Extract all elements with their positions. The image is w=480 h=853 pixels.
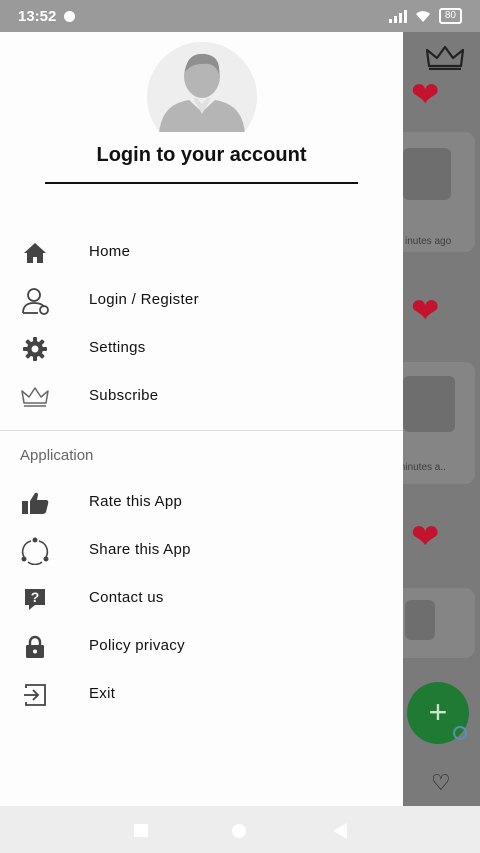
status-bar: 13:52 80 [0,0,480,32]
menu-item-share-app[interactable]: Share this App [0,527,403,575]
favorite-heart-icon[interactable]: ❤ [411,78,440,112]
post-thumbnail [403,376,455,432]
menu-item-rate-app[interactable]: Rate this App [0,479,403,527]
system-nav-bar [0,806,480,853]
background-feed[interactable]: ❤ inutes ago ❤ minutes a.. ❤ + ♡ [403,32,480,806]
exit-icon [20,681,50,709]
notification-icon [64,10,76,22]
signal-icon [388,9,407,23]
user-login-icon [20,287,50,315]
post-time: inutes ago [405,236,452,247]
menu-label-policy-privacy: Policy privacy [89,637,185,654]
home-icon [20,239,50,267]
avatar[interactable] [147,42,257,132]
menu-label-exit: Exit [89,685,116,702]
favorites-tab-icon[interactable]: ♡ [431,770,451,796]
favorite-heart-icon[interactable]: ❤ [411,520,440,554]
menu-label-settings: Settings [89,339,146,356]
back-button[interactable] [333,823,347,839]
share-icon [20,537,50,565]
login-title[interactable]: Login to your account [45,144,358,167]
post-time: minutes a.. [403,462,446,473]
battery-icon: 80 [438,8,462,24]
help-icon: ? [20,585,50,613]
lock-icon [20,633,50,661]
status-time: 13:52 [18,7,57,25]
menu-item-policy-privacy[interactable]: Policy privacy [0,623,403,671]
menu-label-share-app: Share this App [89,541,191,558]
menu-label-home: Home [89,243,131,260]
svg-text:?: ? [31,589,40,605]
menu-label-subscribe: Subscribe [89,387,159,404]
title-underline [45,182,358,184]
status-icons: 80 [388,8,462,24]
crown-icon [425,45,465,70]
wifi-icon [415,10,430,22]
info-badge-icon [453,726,467,740]
menu-label-rate-app: Rate this App [89,493,183,510]
menu-item-home[interactable]: Home [0,229,403,277]
crown-icon [20,383,50,411]
post-thumbnail [403,148,451,200]
post-card[interactable]: inutes ago [403,132,475,252]
menu-item-subscribe[interactable]: Subscribe [0,373,403,421]
menu-label-contact-us: Contact us [89,589,164,606]
recents-button[interactable] [134,824,148,837]
favorite-heart-icon[interactable]: ❤ [411,294,440,328]
menu-divider [0,430,403,431]
thumbs-up-icon [20,489,50,517]
section-title-application: Application [20,447,94,464]
post-card[interactable]: minutes a.. [403,362,475,484]
post-thumbnail [405,600,435,640]
gear-icon [20,335,50,363]
menu-item-settings[interactable]: Settings [0,325,403,373]
menu-item-contact-us[interactable]: ? Contact us [0,575,403,623]
menu-item-exit[interactable]: Exit [0,671,403,719]
navigation-drawer: Login to your account Home Login / Regis… [0,32,403,806]
home-button[interactable] [232,824,246,838]
menu-item-login-register[interactable]: Login / Register [0,277,403,325]
post-card[interactable] [403,588,475,658]
menu-label-login-register: Login / Register [89,291,199,308]
